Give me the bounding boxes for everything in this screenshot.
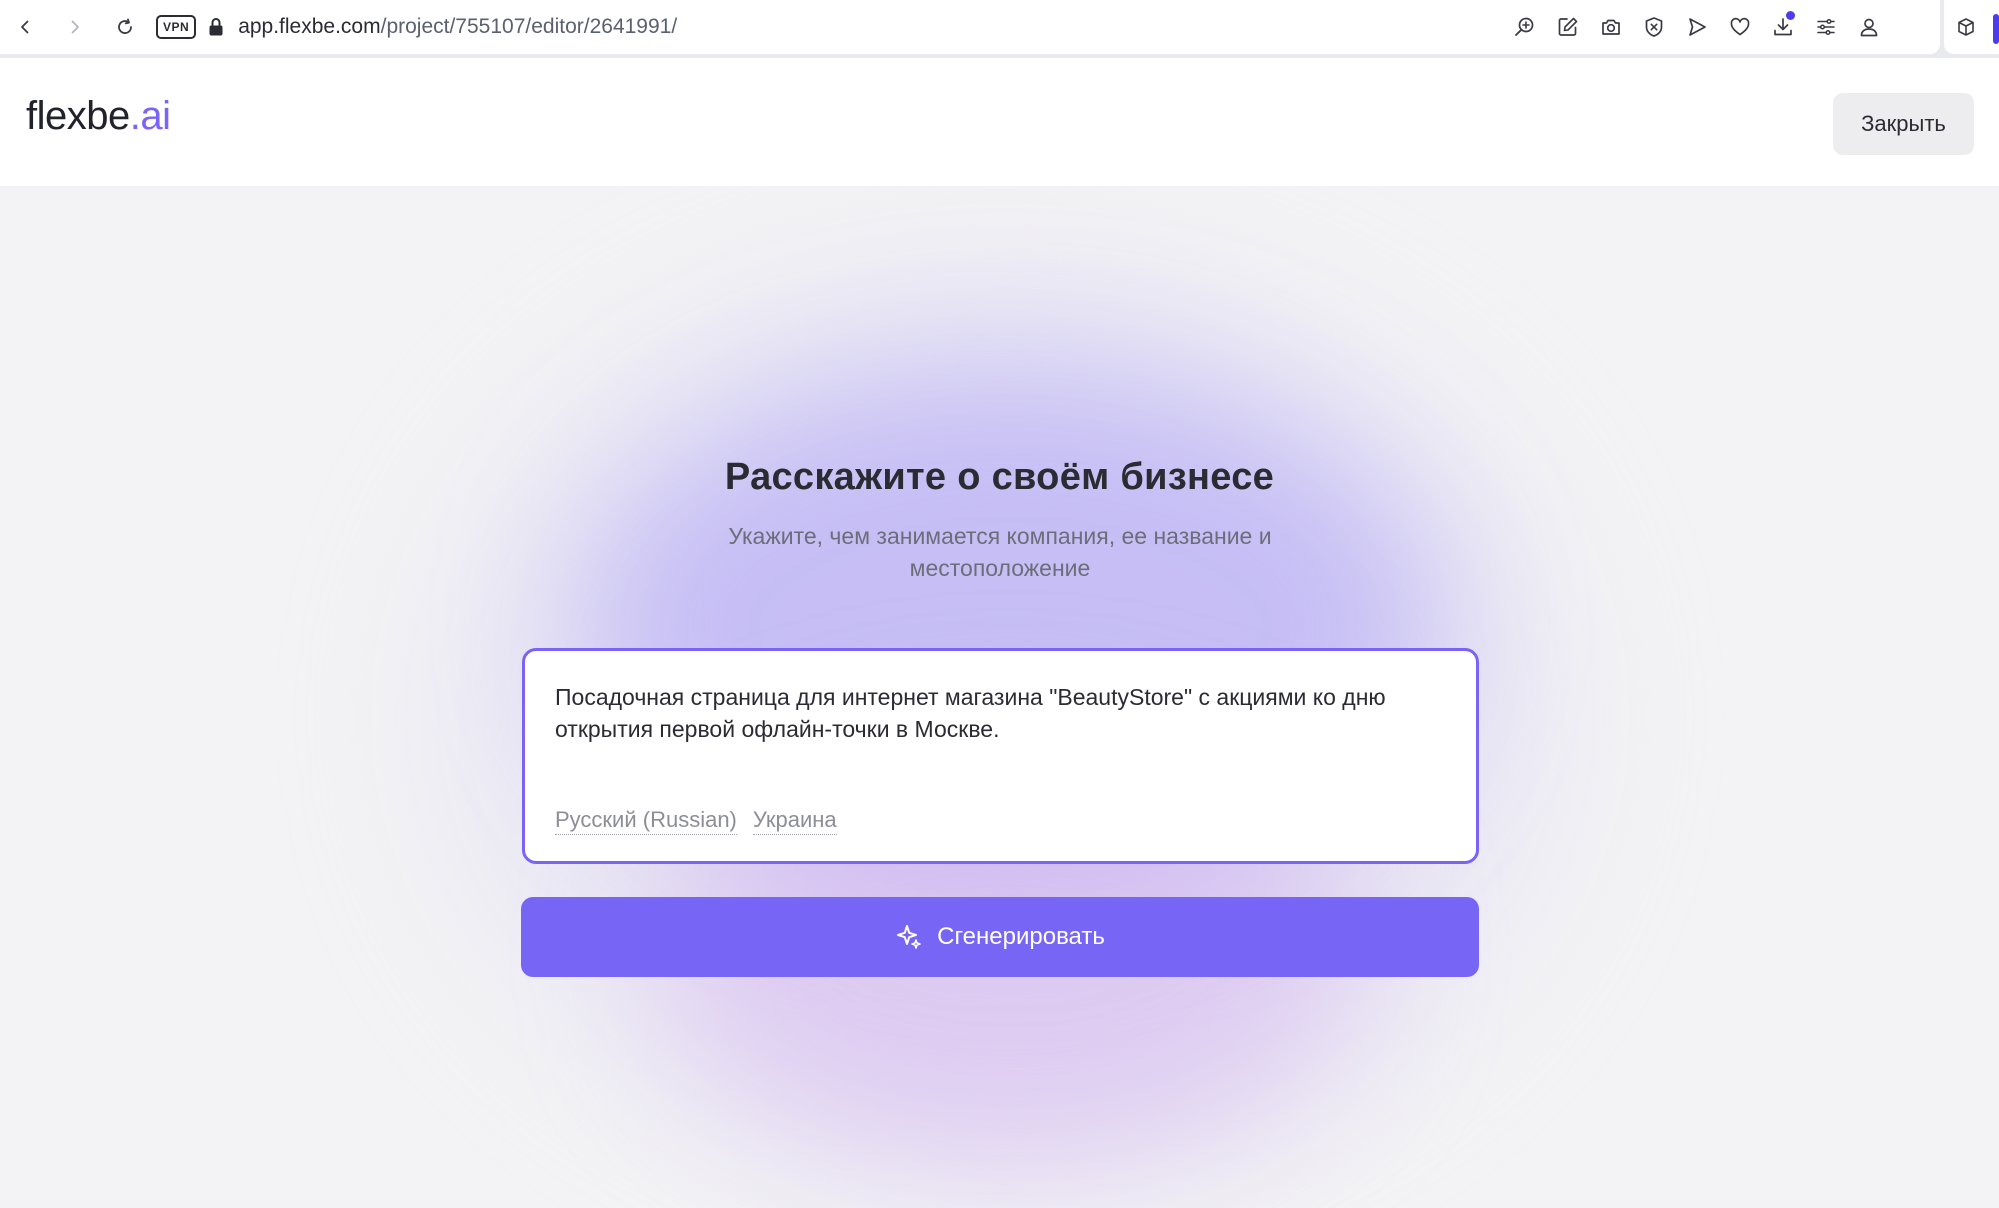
reload-button[interactable]: [100, 0, 150, 54]
logo-main: flexbe: [26, 94, 130, 138]
logo-suffix: .ai: [129, 94, 171, 138]
url-host: app.flexbe.com: [238, 15, 381, 38]
flexbe-logo[interactable]: flexbe.ai: [26, 94, 171, 139]
business-description-text[interactable]: Посадочная страница для интернет магазин…: [555, 681, 1445, 745]
toolbar-icons: [1503, 0, 1890, 54]
send-icon[interactable]: [1675, 0, 1718, 54]
camera-icon[interactable]: [1589, 0, 1632, 54]
sparkle-icon: [897, 925, 921, 949]
generate-button-label: Сгенерировать: [937, 923, 1105, 950]
close-button[interactable]: Закрыть: [1833, 93, 1974, 155]
browser-toolbar-inner: VPN app.flexbe.com/project/755107/editor…: [0, 0, 1940, 54]
back-button[interactable]: [0, 0, 50, 54]
generate-button[interactable]: Сгенерировать: [521, 897, 1479, 977]
download-icon[interactable]: [1761, 0, 1804, 54]
app-header: flexbe.ai Закрыть: [0, 58, 1999, 186]
page-subtitle: Укажите, чем занимается компания, ее наз…: [728, 523, 1272, 581]
business-description-field[interactable]: Посадочная страница для интернет магазин…: [522, 648, 1479, 864]
extensions-icon: [1958, 18, 1974, 36]
download-badge: [1786, 11, 1795, 20]
forward-icon: [71, 20, 79, 34]
vpn-badge[interactable]: VPN: [156, 15, 197, 39]
page-title: Расскажите о своём бизнесе: [724, 456, 1275, 498]
url-path: /project/755107/editor/2641991/: [380, 15, 678, 38]
address-bar[interactable]: app.flexbe.com/project/755107/editor/264…: [238, 15, 677, 39]
lock-icon[interactable]: [208, 17, 224, 37]
forward-button[interactable]: [50, 0, 100, 54]
extension-indicator: [1993, 14, 1999, 44]
region-selector[interactable]: Украина: [752, 807, 837, 835]
back-icon: [21, 20, 29, 34]
extensions-button[interactable]: [1944, 0, 1999, 54]
prompt-options: Русский (Russian) Украина: [555, 807, 837, 835]
browser-toolbar: VPN app.flexbe.com/project/755107/editor…: [0, 0, 1999, 58]
language-selector[interactable]: Русский (Russian): [555, 807, 737, 835]
settings-icon[interactable]: [1804, 0, 1847, 54]
profile-icon[interactable]: [1847, 0, 1890, 54]
shield-icon[interactable]: [1632, 0, 1675, 54]
reload-icon: [118, 18, 132, 34]
edit-icon[interactable]: [1546, 0, 1589, 54]
heart-icon[interactable]: [1718, 0, 1761, 54]
main-area: Расскажите о своём бизнесе Укажите, чем …: [0, 186, 1999, 1208]
zoom-icon[interactable]: [1503, 0, 1546, 54]
